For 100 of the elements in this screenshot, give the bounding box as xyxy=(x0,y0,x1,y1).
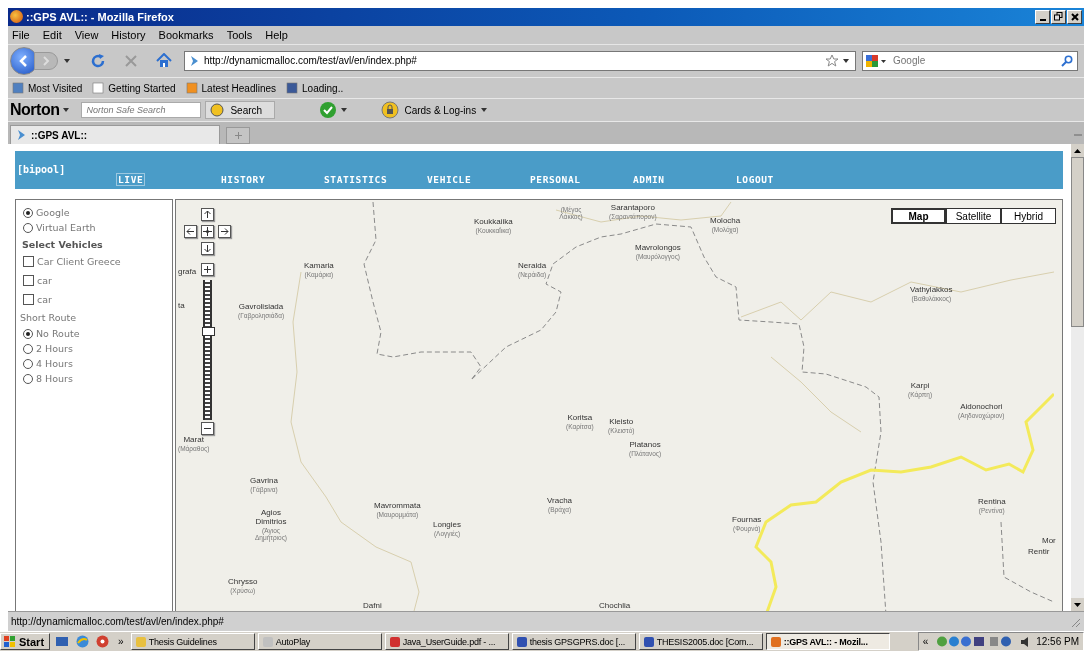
caret-icon[interactable] xyxy=(63,108,70,113)
zoom-slider[interactable] xyxy=(203,280,212,421)
menu-item[interactable]: History xyxy=(111,28,146,41)
zoom-slider-thumb[interactable] xyxy=(202,326,215,336)
search-engine-icon[interactable] xyxy=(865,53,887,68)
place-name: Neraida xyxy=(518,262,547,271)
norton-search-field[interactable]: Norton Safe Search xyxy=(81,102,202,119)
radio-button[interactable] xyxy=(23,343,33,354)
caret-icon xyxy=(481,108,488,113)
search-button[interactable]: Search xyxy=(205,101,276,120)
pan-left-button[interactable] xyxy=(184,225,197,239)
reload-icon[interactable] xyxy=(90,52,106,69)
search-box[interactable]: Google xyxy=(862,50,1078,71)
arrow-up-icon xyxy=(203,210,212,220)
radio-button[interactable] xyxy=(23,207,33,218)
option-label: No Route xyxy=(36,328,80,340)
bookmark-item[interactable]: Loading.. xyxy=(286,82,344,94)
start-button[interactable]: Start xyxy=(0,633,51,650)
pan-down-button[interactable] xyxy=(201,242,214,256)
option-label: 8 Hours xyxy=(36,373,73,385)
restore-button[interactable] xyxy=(1051,9,1066,24)
option-label: Virtual Earth xyxy=(36,222,96,234)
caret-icon[interactable] xyxy=(843,58,849,63)
menu-item[interactable]: Tools xyxy=(226,28,253,41)
search-icon[interactable] xyxy=(1061,54,1073,67)
place-name: Vracha xyxy=(547,497,573,506)
check-icon[interactable] xyxy=(319,101,338,120)
place-name: Koritsa xyxy=(567,414,593,423)
arrow-down-icon xyxy=(1074,602,1081,607)
media-icon[interactable] xyxy=(96,635,110,648)
plus-icon xyxy=(203,265,212,275)
scroll-thumb[interactable] xyxy=(1071,157,1084,328)
pan-up-button[interactable] xyxy=(201,208,214,222)
place-name: Mor xyxy=(1042,537,1056,546)
home-icon[interactable] xyxy=(156,53,172,69)
star-icon[interactable] xyxy=(825,53,839,68)
address-field[interactable]: http://dynamicmalloc.com/test/avl/en/index.php# xyxy=(184,50,856,71)
checkbox[interactable] xyxy=(23,294,34,306)
minimize-icon xyxy=(1039,19,1046,22)
map-type-button[interactable]: Hybrid xyxy=(1001,208,1056,225)
pan-center-button[interactable] xyxy=(201,225,214,239)
pan-right-button[interactable] xyxy=(218,225,231,239)
zoom-out-button[interactable] xyxy=(201,422,214,436)
page-icon xyxy=(92,82,105,94)
new-tab-button[interactable] xyxy=(226,127,250,145)
caret-icon[interactable] xyxy=(341,108,348,113)
arrow-down-icon xyxy=(203,244,212,254)
place-name: Aidonochori xyxy=(960,403,1003,412)
radio-button[interactable] xyxy=(23,328,33,339)
tray-expand-button[interactable]: « xyxy=(918,636,933,647)
place-name: Kamaria xyxy=(304,262,334,271)
scroll-up-button[interactable] xyxy=(1071,144,1084,158)
menu-item[interactable]: Help xyxy=(265,28,288,41)
map-type-button[interactable]: Map xyxy=(891,208,946,225)
place-name: Karpi xyxy=(910,382,930,391)
close-icon xyxy=(1070,12,1079,21)
place-name: Platanos xyxy=(629,441,661,450)
arrow-right-icon xyxy=(220,227,229,237)
section-heading: Select Vehicles xyxy=(22,239,104,251)
menu-item[interactable]: View xyxy=(74,28,99,41)
taskbar-button[interactable]: AutoPlay xyxy=(257,633,382,650)
close-button[interactable] xyxy=(1067,9,1082,24)
option-label: Car Client Greece xyxy=(37,256,121,268)
option-label: 2 Hours xyxy=(36,343,73,355)
taskbar-button[interactable]: thesis GPSGPRS.doc [... xyxy=(511,633,636,650)
browser-tab[interactable]: ::GPS AVL:: xyxy=(10,125,220,145)
option-label: car xyxy=(37,294,52,306)
option-label: 4 Hours xyxy=(36,358,73,370)
windows-logo-icon xyxy=(4,635,16,648)
bookmark-item[interactable]: Most Visited xyxy=(12,82,83,94)
bookmark-item[interactable]: Latest Headlines xyxy=(185,82,277,94)
checkbox[interactable] xyxy=(23,275,34,287)
menu-item[interactable]: Edit xyxy=(42,28,62,41)
norton-logo[interactable]: Norton xyxy=(10,101,60,120)
zoom-in-button[interactable] xyxy=(201,263,214,277)
menu-item[interactable]: File xyxy=(12,28,30,41)
bookmark-item[interactable]: Getting Started xyxy=(92,82,176,94)
user-name: [bipool] xyxy=(17,164,67,176)
more-button[interactable]: » xyxy=(114,636,128,647)
scroll-down-button[interactable] xyxy=(1071,598,1084,612)
radio-button[interactable] xyxy=(23,373,33,384)
taskbar-button[interactable]: THESIS2005.doc [Com... xyxy=(638,633,763,650)
taskbar-button[interactable]: Java_UserGuide.pdf - ... xyxy=(384,633,509,650)
map-type-button[interactable]: Satellite xyxy=(946,208,1001,225)
checkbox[interactable] xyxy=(23,256,34,268)
menu-item[interactable]: Bookmarks xyxy=(158,28,214,41)
cards-menu-button[interactable]: Cards & Log-ins xyxy=(381,101,488,120)
minimize-button[interactable] xyxy=(1035,9,1050,24)
clock: 12:56 PM xyxy=(1036,636,1079,647)
place-name: Rentina xyxy=(978,498,1006,507)
scrollbar[interactable] xyxy=(1071,144,1084,612)
arrow-up-icon xyxy=(1074,148,1081,153)
taskbar-button[interactable]: Thesis Guidelines xyxy=(130,633,255,650)
desktop-icon[interactable] xyxy=(55,635,70,648)
taskbar-button[interactable]: ::GPS AVL:: - Mozil... xyxy=(765,633,890,650)
status-text: http://dynamicmalloc.com/test/avl/en/index.php# xyxy=(11,616,225,628)
radio-button[interactable] xyxy=(23,358,33,369)
caret-icon[interactable] xyxy=(64,58,70,63)
page-icon xyxy=(188,54,200,67)
radio-button[interactable] xyxy=(23,222,33,233)
